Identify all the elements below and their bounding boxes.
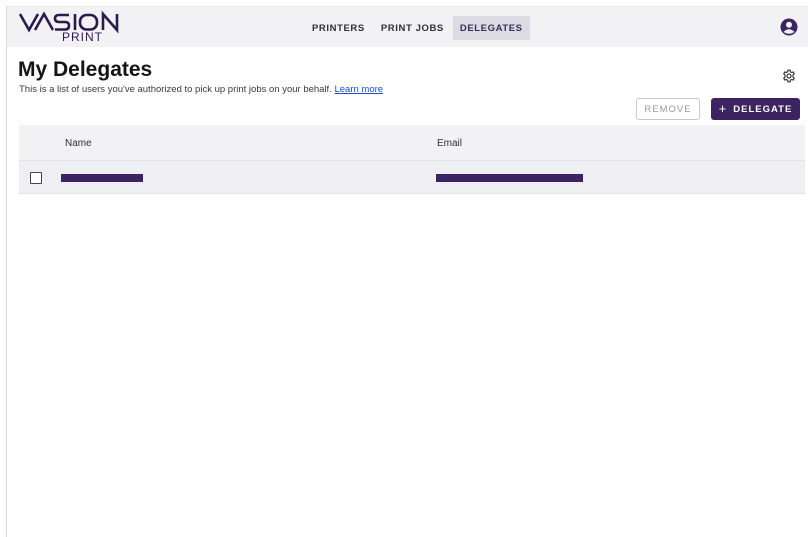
page-title: My Delegates — [18, 58, 153, 81]
column-header-email[interactable]: Email — [437, 138, 462, 149]
redacted-email — [436, 174, 583, 182]
main-nav: PRINTERS PRINT JOBS DELEGATES — [305, 16, 532, 40]
delegates-table: Name Email — [19, 125, 805, 194]
gear-icon[interactable] — [782, 69, 796, 83]
vasion-print-logo[interactable]: PRINT — [19, 10, 129, 46]
table-row[interactable] — [19, 161, 805, 194]
account-circle-icon[interactable] — [780, 18, 798, 36]
learn-more-link[interactable]: Learn more — [334, 84, 383, 95]
remove-button[interactable]: REMOVE — [636, 98, 700, 120]
page-description-text: This is a list of users you've authorize… — [19, 84, 332, 95]
table-header: Name Email — [19, 125, 805, 161]
redacted-name — [61, 174, 143, 182]
top-navigation-bar: PRINT PRINTERS PRINT JOBS DELEGATES — [7, 7, 808, 47]
row-select-checkbox[interactable] — [30, 172, 42, 184]
add-delegate-label: DELEGATE — [733, 103, 793, 115]
page-description: This is a list of users you've authorize… — [19, 84, 383, 95]
remove-button-label: REMOVE — [644, 103, 692, 115]
add-delegate-button[interactable]: + DELEGATE — [711, 98, 800, 120]
plus-icon: + — [718, 101, 728, 116]
column-header-name[interactable]: Name — [65, 138, 92, 149]
nav-tab-delegates[interactable]: DELEGATES — [452, 16, 530, 40]
nav-tab-printers[interactable]: PRINTERS — [305, 16, 372, 40]
nav-tab-print-jobs[interactable]: PRINT JOBS — [374, 16, 451, 40]
logo-subtitle: PRINT — [62, 30, 103, 44]
